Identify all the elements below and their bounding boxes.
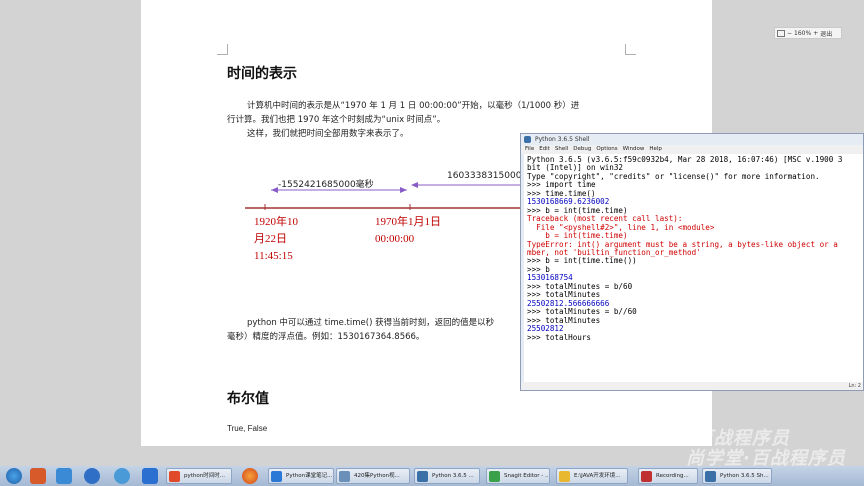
python-shell-window[interactable]: Python 3.6.5 Shell File Edit Shell Debug… xyxy=(520,133,864,391)
app-icon xyxy=(489,471,500,482)
taskbar-button[interactable]: Python 3.6.5 Sh... xyxy=(702,468,772,484)
taskbar-button[interactable]: 420集Python视... xyxy=(336,468,410,484)
app-icon xyxy=(271,471,282,482)
left-arrow-label: -1552421685000毫秒 xyxy=(278,180,374,190)
menu-window[interactable]: Window xyxy=(623,145,645,154)
taskbar-button[interactable]: Snagit Editor - ... xyxy=(486,468,550,484)
menu-file[interactable]: File xyxy=(525,145,534,154)
taskbar-button-label: Snagit Editor - ... xyxy=(504,473,550,479)
app-icon[interactable] xyxy=(84,468,100,484)
zoom-in-button[interactable]: + xyxy=(813,30,818,37)
date-line: 1920年10 xyxy=(254,216,298,228)
taskbar-button-label: Recording... xyxy=(656,473,689,479)
date-line: 00:00:00 xyxy=(375,233,415,245)
arrow-head xyxy=(271,187,278,193)
taskbar-button-label: Python 3.6.5 ... xyxy=(432,473,474,479)
firefox-icon[interactable] xyxy=(242,468,258,484)
app-icon xyxy=(559,471,570,482)
bool-values-text: True, False xyxy=(227,424,268,433)
taskbar-button[interactable]: E:\JAVA开发环境... xyxy=(556,468,628,484)
menu-debug[interactable]: Debug xyxy=(573,145,591,154)
zoom-level: 160% xyxy=(794,29,812,37)
shell-menubar: File Edit Shell Debug Options Window Hel… xyxy=(521,145,863,154)
zoom-exit-button[interactable]: 退出 xyxy=(820,29,832,38)
taskbar-button-label: python时间时... xyxy=(184,473,225,479)
taskbar-button[interactable]: Recording... xyxy=(638,468,698,484)
paragraph-text: python 中可以通过 time.time() 获得当前时刻，返回的值是以秒 xyxy=(247,318,495,328)
cursor-position: Ln: 2 xyxy=(848,383,861,389)
date-label-1920: 1920年10 月22日 11:45:15 xyxy=(254,214,298,265)
app-icon[interactable] xyxy=(30,468,46,484)
app-icon xyxy=(417,471,428,482)
arrow-head xyxy=(411,182,418,188)
taskbar-button-label: Python 3.6.5 Sh... xyxy=(720,473,769,479)
app-icon xyxy=(339,471,350,482)
taskbar-button-label: 420集Python视... xyxy=(354,473,400,479)
shell-output[interactable]: Python 3.6.5 (v3.6.5:f59c0932b4, Mar 28 … xyxy=(524,154,863,382)
page-corner-mark xyxy=(625,44,636,55)
zoom-icon xyxy=(777,29,785,37)
taskbar-button[interactable]: Python 3.6.5 ... xyxy=(414,468,480,484)
shell-titlebar[interactable]: Python 3.6.5 Shell xyxy=(521,134,863,145)
app-icon xyxy=(169,471,180,482)
app-icon[interactable] xyxy=(114,468,130,484)
taskbar-button-label: E:\JAVA开发环境... xyxy=(574,473,621,479)
shell-line: >>> b = int(time.time()) xyxy=(527,256,637,266)
menu-shell[interactable]: Shell xyxy=(555,145,568,154)
taskbar-button[interactable]: python时间时... xyxy=(166,468,232,484)
date-line: 月22日 xyxy=(254,233,287,245)
menu-help[interactable]: Help xyxy=(649,145,662,154)
menu-options[interactable]: Options xyxy=(596,145,617,154)
zoom-out-button[interactable]: − xyxy=(787,30,792,37)
zoom-control: − 160% + 退出 xyxy=(774,27,842,39)
paragraph-line: 计算机中时间的表示是从“1970 年 1 月 1 日 00:00:00”开始，以… xyxy=(247,101,580,111)
app-icon[interactable] xyxy=(142,468,158,484)
arrow-head xyxy=(400,187,407,193)
page-corner-mark xyxy=(217,44,228,55)
menu-edit[interactable]: Edit xyxy=(539,145,550,154)
app-icon xyxy=(705,471,716,482)
app-icon[interactable] xyxy=(56,468,72,484)
paragraph-line: 行计算。我们也把 1970 年这个时刻成为“unix 时间点”。 xyxy=(227,115,446,125)
taskbar-button[interactable]: Python课堂笔记... xyxy=(268,468,334,484)
taskbar: python时间时... Python课堂笔记... 420集Python视... P… xyxy=(0,466,864,486)
shell-line: >>> totalMinutes xyxy=(527,315,601,325)
app-icon xyxy=(641,471,652,482)
date-line: 1970年1月1日 xyxy=(375,216,441,228)
shell-line: >>> totalHours xyxy=(527,332,592,342)
shell-statusbar: Ln: 2 xyxy=(521,382,863,390)
document-title: 时间的表示 xyxy=(227,66,297,82)
python-icon xyxy=(524,136,531,143)
date-label-1970: 1970年1月1日 00:00:00 xyxy=(375,214,441,248)
shell-title: Python 3.6.5 Shell xyxy=(535,136,590,143)
date-line: 11:45:15 xyxy=(254,250,293,262)
taskbar-button-label: Python课堂笔记... xyxy=(286,473,333,479)
section-heading: 布尔值 xyxy=(227,391,269,407)
right-arrow-label: 1603338315000 xyxy=(447,171,522,181)
shell-line: >>> b xyxy=(527,264,550,274)
start-button[interactable] xyxy=(6,468,22,484)
